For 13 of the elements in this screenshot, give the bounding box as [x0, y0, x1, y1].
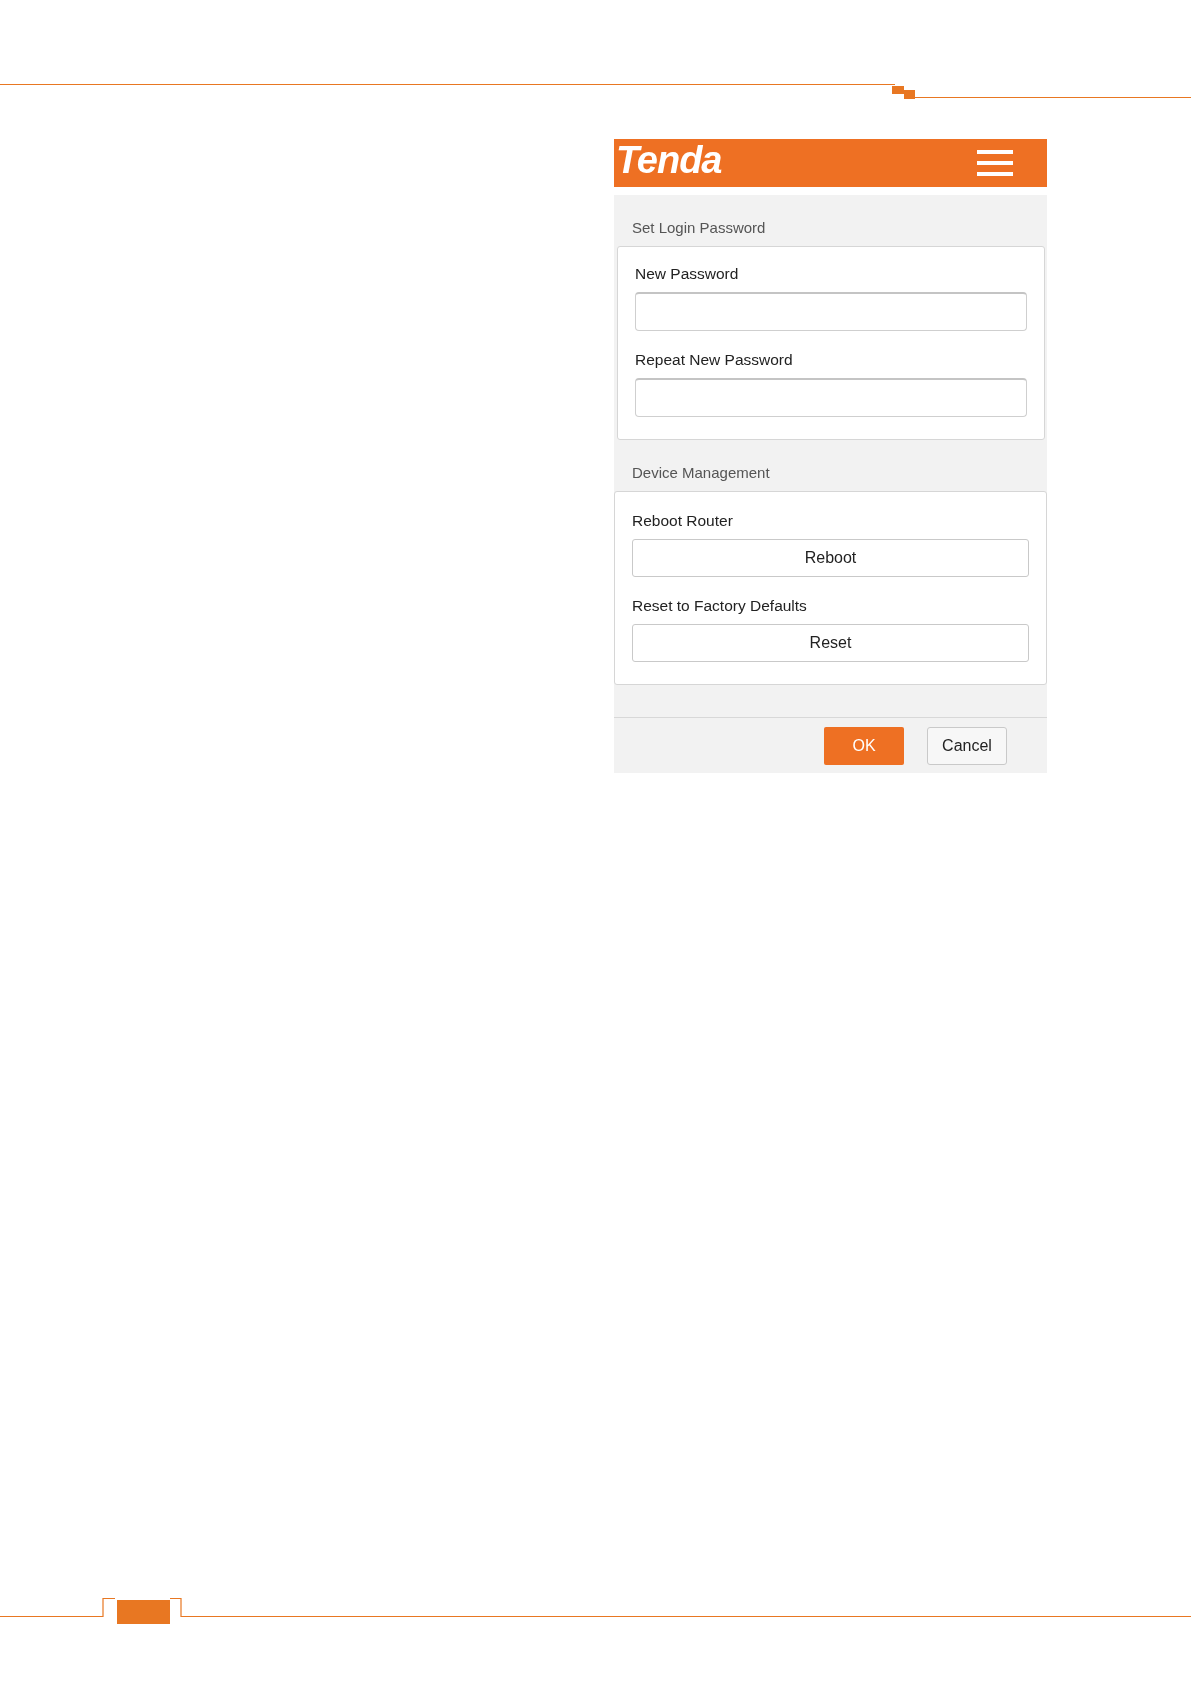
action-button[interactable]: Reboot [632, 539, 1029, 577]
field-label: Reset to Factory Defaults [632, 597, 808, 615]
section-title: Device Management [631, 464, 771, 483]
field-label: Repeat New Password [635, 351, 794, 369]
field-label: Reboot Router [632, 512, 734, 530]
action-button[interactable]: Reset [632, 624, 1029, 662]
section-title: Set Login Password [631, 219, 767, 238]
field-label: New Password [635, 265, 740, 283]
logo: Tenda [616, 141, 722, 179]
menu-icon[interactable] [977, 149, 1013, 177]
password-field[interactable] [635, 292, 1027, 331]
password-field[interactable] [635, 378, 1027, 417]
cancel-button[interactable]: Cancel [927, 726, 1007, 765]
